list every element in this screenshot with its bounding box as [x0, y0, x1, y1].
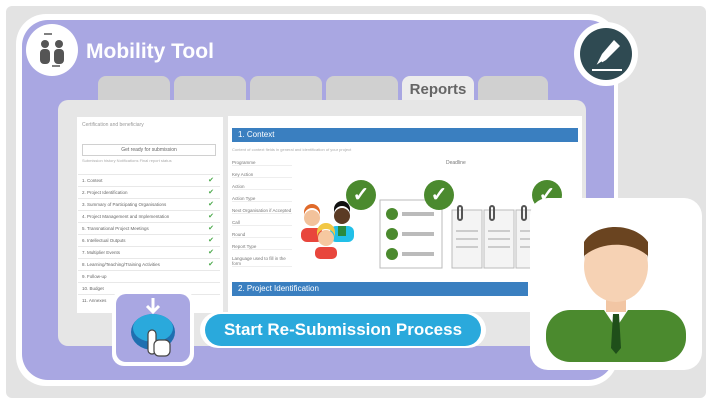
field-label: Report Type [232, 244, 292, 250]
section-desc: Content of context fields in general and… [232, 147, 352, 152]
app-title: Mobility Tool [86, 40, 214, 63]
field-label: Action Type [232, 196, 292, 202]
sidebar-top-text: Certification and beneficiary [82, 122, 144, 128]
sidebar-item[interactable]: 7. Multiplier Events ✔ [78, 246, 220, 258]
mobility-logo-icon [26, 24, 78, 76]
sidebar-item[interactable]: 5. Transnational Project Meetings ✔ [78, 222, 220, 234]
pen-icon-wrapper [574, 22, 638, 86]
sidebar-sub-links: Submission history Notifications Final r… [82, 158, 172, 163]
sidebar-item[interactable]: 2. Project Identification ✔ [78, 186, 220, 198]
deadline-label: Deadline [446, 160, 466, 166]
field-label: Call [232, 220, 292, 226]
hand-pointer-button[interactable] [116, 294, 190, 362]
section-identification-header[interactable]: 2. Project Identification [232, 282, 528, 296]
sidebar-item[interactable]: 8. Learning/Teaching/Training Activities… [78, 258, 220, 270]
get-ready-button[interactable]: Get ready for submission [82, 144, 216, 156]
field-label: Action [232, 184, 292, 190]
field-label: Round [232, 232, 292, 238]
field-label: Language used to fill in the form [232, 256, 292, 267]
sidebar-item[interactable]: 9. Follow-up [78, 270, 220, 282]
field-label: Next Organisation if Accepted [232, 208, 292, 214]
sidebar-item[interactable]: 3. Summary of Participating Organisation… [78, 198, 220, 210]
field-label: Programme [232, 160, 292, 166]
sidebar-item[interactable]: 6. Intellectual Outputs ✔ [78, 234, 220, 246]
sidebar-item[interactable]: 4. Project Management and Implementation… [78, 210, 220, 222]
user-avatar-frame [530, 198, 702, 370]
hand-pointer-icon [131, 298, 175, 357]
user-avatar-icon [546, 227, 686, 362]
section-context-header[interactable]: 1. Context [232, 128, 578, 142]
checkmark-icon: ✓ [346, 180, 376, 210]
field-label: Key Action [232, 172, 292, 178]
sidebar-item[interactable]: 1. Context ✔ [78, 174, 220, 186]
start-resubmission-button[interactable]: Start Re-Submission Process [205, 314, 481, 346]
pen-icon [580, 28, 632, 80]
